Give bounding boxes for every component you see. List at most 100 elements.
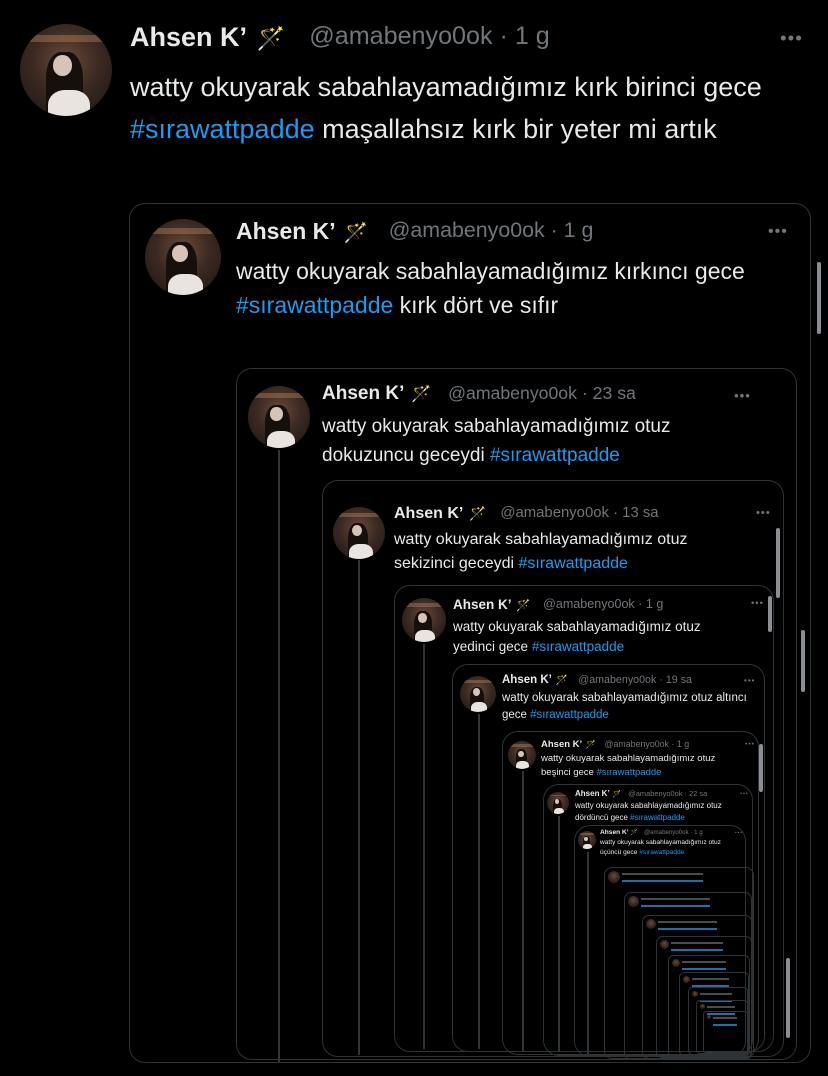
tiny-text-line <box>622 880 704 882</box>
avatar[interactable] <box>402 598 446 642</box>
more-options-icon[interactable]: ••• <box>735 830 743 835</box>
avatar[interactable] <box>578 831 596 849</box>
more-options-icon[interactable]: ••• <box>745 741 755 748</box>
timestamp[interactable]: · 1 g <box>493 22 550 50</box>
display-name[interactable]: Ahsen K’ 🪄 <box>541 739 596 750</box>
magic-wand-icon: 🪄 <box>555 675 569 686</box>
display-name-text[interactable]: Ahsen K’ <box>236 218 336 244</box>
more-options-icon[interactable]: ••• <box>768 222 788 241</box>
avatar <box>660 940 669 949</box>
timestamp[interactable]: · 19 sa <box>656 674 692 686</box>
user-handle[interactable]: @amabenyo0ok · 1 g <box>543 597 663 611</box>
display-name-text[interactable]: Ahsen K’ <box>322 383 404 404</box>
user-handle[interactable]: @amabenyo0ok · 13 sa <box>500 505 658 521</box>
scrollbar-thumb[interactable] <box>768 596 772 632</box>
tweet-text: watty okuyarak sabahlayamadığımız otuz d… <box>322 412 742 470</box>
magic-wand-icon: 🪄 <box>256 25 286 51</box>
hashtag-link[interactable]: #sırawattpadde <box>639 849 684 856</box>
tweet-text: watty okuyarak sabahlayamadığımız otuz d… <box>575 800 740 823</box>
user-handle[interactable]: @amabenyo0ok · 1 g <box>309 22 549 51</box>
avatar[interactable] <box>248 386 310 448</box>
user-handle[interactable]: @amabenyo0ok · 23 sa <box>448 383 636 404</box>
display-name[interactable]: Ahsen K’ 🪄 <box>502 674 568 686</box>
user-handle[interactable]: @amabenyo0ok · 1 g <box>605 739 690 749</box>
avatar[interactable] <box>333 507 385 559</box>
tiny-text-line <box>682 968 726 970</box>
more-options-icon[interactable]: ••• <box>751 598 764 609</box>
scrollbar-thumb[interactable] <box>759 744 763 792</box>
hashtag-link[interactable]: #sırawattpadde <box>596 767 661 778</box>
user-handle[interactable]: @amabenyo0ok · 1 g <box>389 218 594 243</box>
more-options-icon[interactable]: ••• <box>744 676 755 685</box>
tiny-text-line <box>682 961 726 963</box>
handle-text[interactable]: @amabenyo0ok <box>628 789 682 798</box>
hashtag-link[interactable]: #sırawattpadde <box>236 292 393 318</box>
display-name-text[interactable]: Ahsen K’ <box>453 597 512 612</box>
tweet-text: watty okuyarak sabahlayamadığımız otuz b… <box>541 752 741 780</box>
display-name-text[interactable]: Ahsen K’ <box>600 829 629 836</box>
hashtag-link[interactable]: #sırawattpadde <box>519 555 628 572</box>
tweet-text: watty okuyarak sabahlayamadığımız otuz ü… <box>600 838 735 857</box>
handle-text[interactable]: @amabenyo0ok <box>644 829 689 836</box>
avatar[interactable] <box>547 792 569 814</box>
display-name[interactable]: Ahsen K’ 🪄 <box>322 383 431 405</box>
handle-text[interactable]: @amabenyo0ok <box>389 218 545 242</box>
display-name-text[interactable]: Ahsen K’ <box>575 789 610 798</box>
timestamp[interactable]: · 1 g <box>689 829 702 836</box>
hashtag-link[interactable]: #sırawattpadde <box>530 709 609 721</box>
timestamp[interactable]: · 1 g <box>669 739 689 749</box>
handle-text[interactable]: @amabenyo0ok <box>309 22 492 50</box>
handle-text[interactable]: @amabenyo0ok <box>500 505 609 521</box>
timestamp[interactable]: · 23 sa <box>577 383 636 403</box>
user-handle[interactable]: @amabenyo0ok · 22 sa <box>628 789 707 798</box>
display-name[interactable]: Ahsen K’ 🪄 <box>575 789 621 798</box>
avatar <box>628 896 639 907</box>
display-name-text[interactable]: Ahsen K’ <box>502 674 552 686</box>
user-handle[interactable]: @amabenyo0ok · 1 g <box>644 829 703 836</box>
avatar[interactable] <box>508 741 536 769</box>
timestamp[interactable]: · 1 g <box>545 218 594 242</box>
hashtag-link[interactable]: #sırawattpadde <box>532 639 624 654</box>
timestamp[interactable]: · 22 sa <box>682 789 708 798</box>
tiny-text-line <box>713 1017 737 1019</box>
more-options-icon[interactable]: ••• <box>756 507 771 519</box>
scrollbar-thumb[interactable] <box>801 630 805 692</box>
avatar <box>707 1015 711 1019</box>
hashtag-link[interactable]: #sırawattpadde <box>130 114 315 144</box>
timestamp[interactable]: · 1 g <box>635 597 663 611</box>
avatar <box>672 959 680 967</box>
scrollbar-thumb[interactable] <box>786 958 790 1038</box>
handle-text[interactable]: @amabenyo0ok <box>448 383 577 403</box>
display-name-text[interactable]: Ahsen K’ <box>541 739 582 750</box>
magic-wand-icon: 🪄 <box>630 830 638 836</box>
hashtag-link[interactable]: #sırawattpadde <box>490 445 620 466</box>
more-options-icon[interactable]: ••• <box>734 388 751 403</box>
avatar[interactable] <box>145 219 221 295</box>
avatar[interactable] <box>20 24 112 116</box>
scrollbar-thumb[interactable] <box>776 528 780 598</box>
handle-text[interactable]: @amabenyo0ok <box>543 597 635 611</box>
handle-text[interactable]: @amabenyo0ok <box>605 739 669 749</box>
display-name-text[interactable]: Ahsen K’ <box>130 22 247 52</box>
more-options-icon[interactable]: ••• <box>740 791 749 797</box>
avatar[interactable] <box>460 676 496 712</box>
handle-text[interactable]: @amabenyo0ok <box>578 674 656 686</box>
display-name[interactable]: Ahsen K’ 🪄 <box>236 218 368 245</box>
timestamp[interactable]: · 13 sa <box>609 505 658 521</box>
thread-line-2 <box>278 450 280 1062</box>
display-name[interactable]: Ahsen K’ 🪄 <box>394 505 486 523</box>
tiny-text-line <box>658 928 718 930</box>
hashtag-link[interactable]: #sırawattpadde <box>630 813 685 822</box>
thread-line-6 <box>522 771 524 1051</box>
display-name-text[interactable]: Ahsen K’ <box>394 505 463 522</box>
user-handle[interactable]: @amabenyo0ok · 19 sa <box>578 674 692 686</box>
magic-wand-icon: 🪄 <box>343 222 369 244</box>
avatar <box>692 991 698 997</box>
magic-wand-icon: 🪄 <box>612 791 621 798</box>
more-options-icon[interactable]: ••• <box>780 28 803 50</box>
display-name[interactable]: Ahsen K’ 🪄 <box>130 22 285 53</box>
tweet-text: watty okuyarak sabahlayamadığımız otuz a… <box>502 690 747 724</box>
scrollbar-thumb[interactable] <box>817 262 821 334</box>
display-name[interactable]: Ahsen K’ 🪄 <box>600 829 638 836</box>
display-name[interactable]: Ahsen K’ 🪄 <box>453 597 531 612</box>
